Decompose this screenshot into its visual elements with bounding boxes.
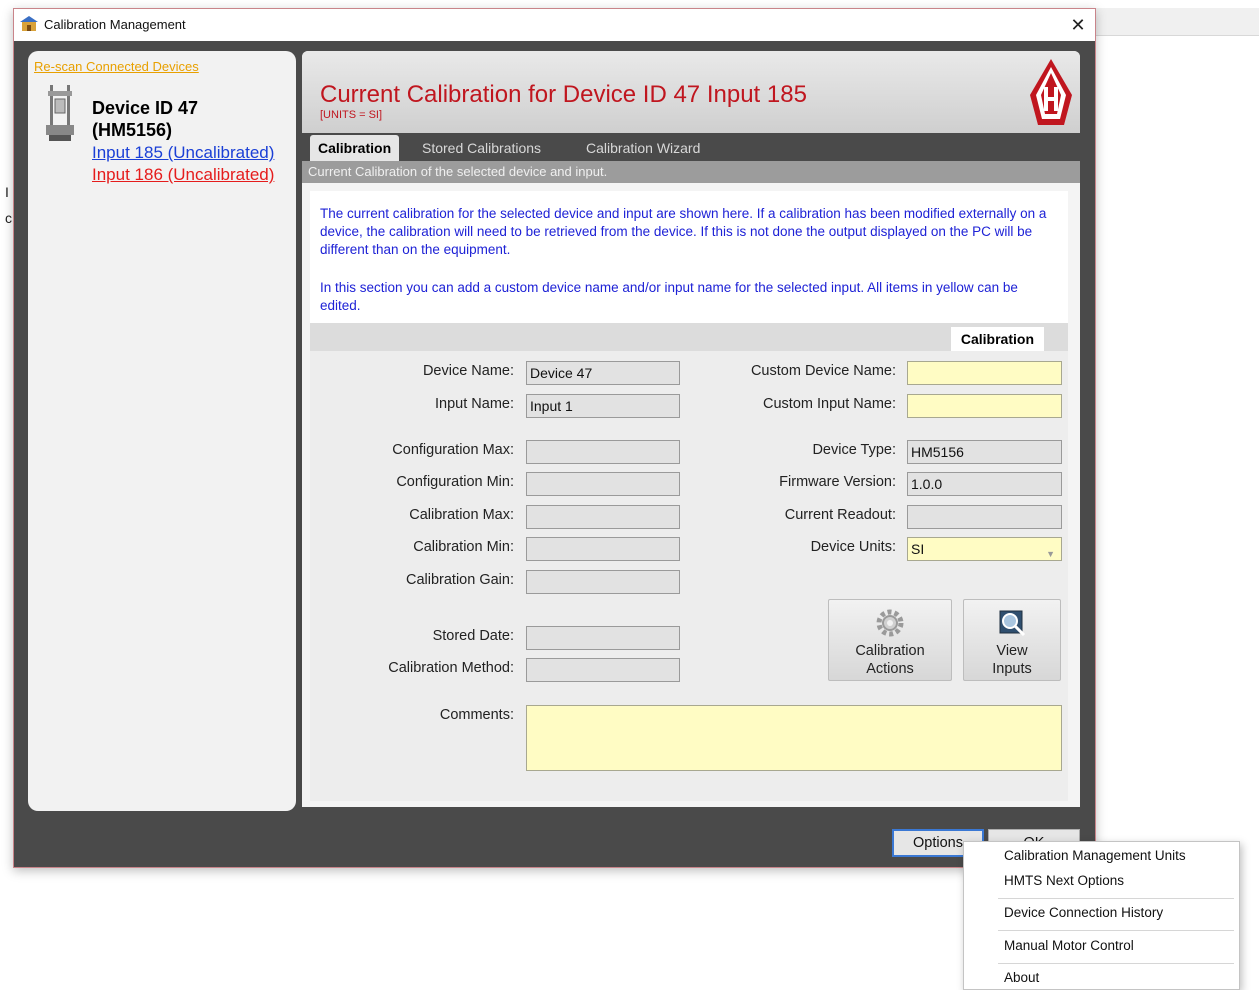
- menu-separator: [998, 898, 1234, 899]
- current-readout-field: [907, 505, 1062, 529]
- custom-device-name-label: Custom Device Name:: [750, 363, 896, 379]
- calibration-method-field: [526, 658, 680, 682]
- calibration-actions-label-line2: Actions: [866, 661, 914, 677]
- title-bar: Calibration Management ✕: [14, 9, 1095, 41]
- window-title: Calibration Management: [44, 17, 186, 32]
- configuration-max-label: Configuration Max:: [392, 442, 514, 458]
- comments-field[interactable]: [526, 705, 1062, 771]
- view-inputs-label-line1: View: [996, 643, 1028, 659]
- input-name-label: Input Name:: [435, 396, 514, 412]
- units-label: [UNITS = SI]: [320, 109, 383, 121]
- device-name-field: Device 47: [526, 361, 680, 385]
- custom-input-name-label: Custom Input Name:: [763, 396, 896, 412]
- calibration-management-window: Calibration Management ✕ Re-scan Connect…: [13, 8, 1096, 868]
- close-button[interactable]: ✕: [1061, 9, 1095, 41]
- menu-separator: [998, 963, 1234, 964]
- calibration-method-label: Calibration Method:: [388, 660, 514, 676]
- close-icon: ✕: [1070, 14, 1086, 35]
- background-glyph: I: [5, 184, 9, 200]
- device-icon: [46, 85, 74, 141]
- device-id-label: Device ID 47: [92, 98, 199, 118]
- input-186-link[interactable]: Input 186 (Uncalibrated): [92, 165, 296, 185]
- device-name-label: Device Name:: [422, 363, 514, 379]
- magnifier-icon: [999, 610, 1026, 637]
- stored-date-label: Stored Date:: [432, 628, 514, 644]
- calibration-max-label: Calibration Max:: [409, 507, 514, 523]
- calibration-min-field: [526, 537, 680, 561]
- stored-date-field: [526, 626, 680, 650]
- calibration-actions-button[interactable]: Calibration Actions: [828, 599, 952, 681]
- tab-calibration[interactable]: Calibration: [310, 135, 400, 161]
- tab-calibration-wizard[interactable]: Calibration Wizard: [578, 135, 708, 161]
- menu-item-about[interactable]: About: [1004, 970, 1039, 985]
- description-paragraph: The current calibration for the selected…: [320, 206, 1047, 257]
- tab-content: The current calibration for the selected…: [310, 191, 1068, 801]
- device-type-label: Device Type:: [812, 442, 896, 458]
- chevron-down-icon: ▼: [1046, 549, 1055, 559]
- firmware-version-label: Firmware Version:: [779, 474, 896, 490]
- custom-device-name-field[interactable]: [907, 361, 1062, 385]
- panel-header: Current Calibration for Device ID 47 Inp…: [302, 51, 1080, 133]
- rescan-devices-link[interactable]: Re-scan Connected Devices: [34, 59, 199, 74]
- device-list-panel: Re-scan Connected Devices Device ID 47 (…: [28, 51, 296, 811]
- device-type-field: HM5156: [907, 440, 1062, 464]
- input-name-field: Input 1: [526, 394, 680, 418]
- menu-item-manual-motor-control[interactable]: Manual Motor Control: [1004, 938, 1134, 953]
- background-window-strip: [1096, 8, 1259, 36]
- custom-input-name-field[interactable]: [907, 394, 1062, 418]
- calibration-max-field: [526, 505, 680, 529]
- calibration-gain-label: Calibration Gain:: [406, 572, 514, 588]
- device-model-label: (HM5156): [92, 120, 173, 140]
- configuration-max-field: [526, 440, 680, 464]
- section-tab-calibration[interactable]: Calibration: [950, 327, 1044, 351]
- tab-stored-calibrations[interactable]: Stored Calibrations: [414, 135, 549, 161]
- options-context-menu: Calibration Management Units HMTS Next O…: [963, 841, 1240, 990]
- calibration-actions-label-line1: Calibration: [855, 643, 925, 659]
- calibration-gain-field: [526, 570, 680, 594]
- comments-label: Comments:: [439, 707, 514, 723]
- device-units-select[interactable]: SI ▼: [907, 537, 1062, 561]
- tab-subheader: Current Calibration of the selected devi…: [302, 161, 1080, 183]
- menu-separator: [998, 930, 1234, 931]
- device-title: Device ID 47 (HM5156): [92, 97, 198, 141]
- menu-item-device-connection-history[interactable]: Device Connection History: [1004, 905, 1163, 920]
- view-inputs-label-line2: Inputs: [992, 661, 1032, 677]
- device-units-label: Device Units:: [810, 539, 896, 555]
- tabs-bar: Calibration Stored Calibrations Calibrat…: [302, 133, 1080, 161]
- configuration-min-label: Configuration Min:: [396, 474, 514, 490]
- background-glyph: c: [5, 210, 12, 226]
- configuration-min-field: [526, 472, 680, 496]
- device-units-value: SI: [911, 541, 925, 557]
- firmware-version-field: 1.0.0: [907, 472, 1062, 496]
- desktop: I c Calibration Management ✕ Re-scan Con…: [0, 0, 1259, 990]
- calibration-min-label: Calibration Min:: [413, 539, 514, 555]
- section-tab-strip: Calibration: [310, 323, 1068, 351]
- app-icon: [20, 16, 38, 31]
- company-logo: [1030, 59, 1072, 125]
- input-185-link[interactable]: Input 185 (Uncalibrated): [92, 143, 296, 163]
- menu-item-calibration-management-units[interactable]: Calibration Management Units: [1004, 848, 1186, 863]
- calibration-panel: Current Calibration for Device ID 47 Inp…: [302, 51, 1080, 807]
- view-inputs-button[interactable]: View Inputs: [963, 599, 1061, 681]
- calibration-form: Device Name: Device 47 Input Name: Input…: [310, 351, 1068, 801]
- page-title: Current Calibration for Device ID 47 Inp…: [320, 81, 807, 108]
- description-paragraph: In this section you can add a custom dev…: [320, 280, 1018, 313]
- menu-item-hmts-next-options[interactable]: HMTS Next Options: [1004, 873, 1124, 888]
- current-readout-label: Current Readout:: [784, 507, 896, 523]
- gear-icon: [876, 609, 904, 637]
